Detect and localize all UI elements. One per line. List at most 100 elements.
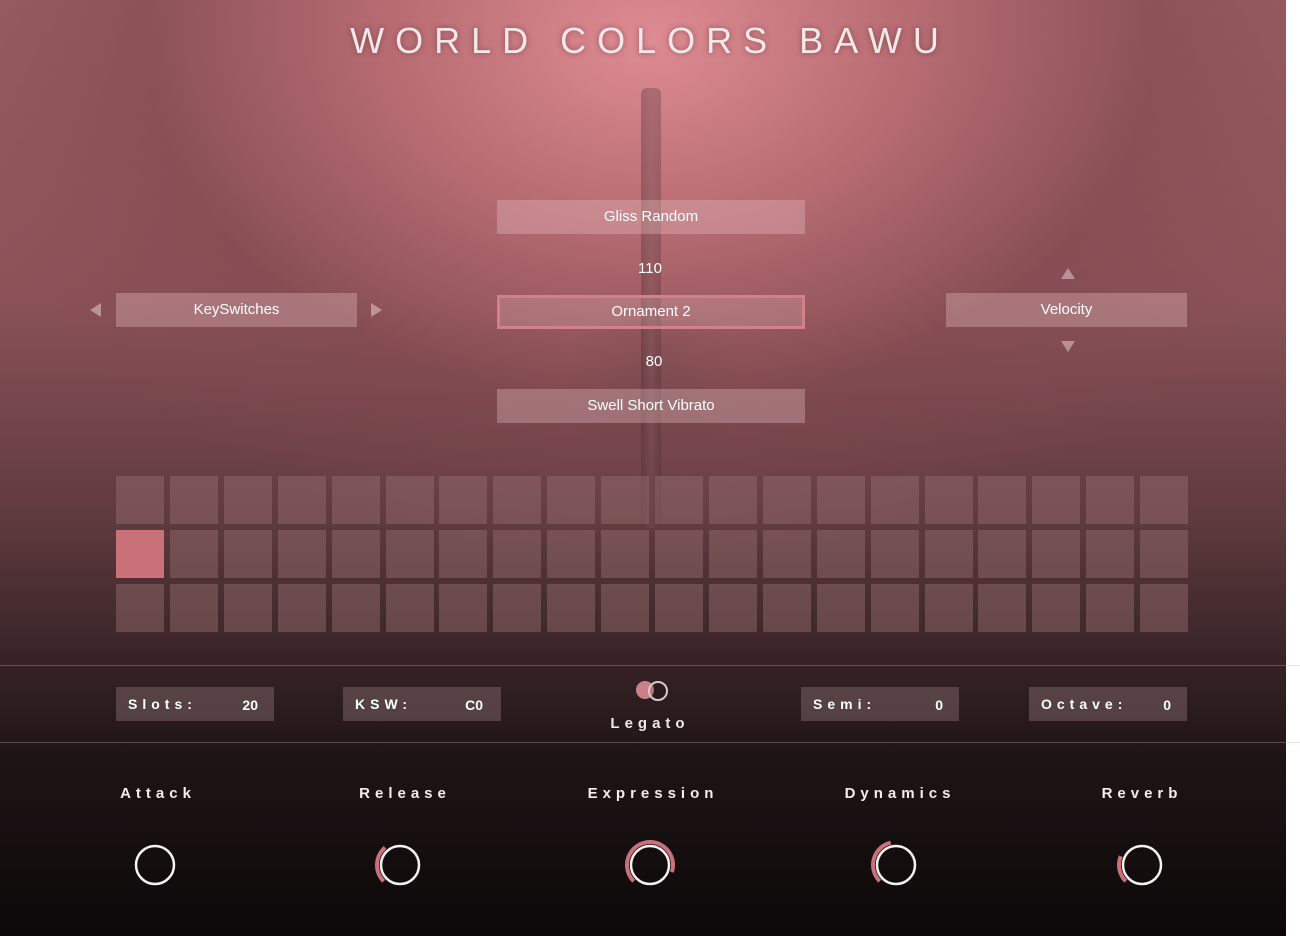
knob-ring [134, 844, 176, 886]
slot-cell[interactable] [278, 476, 326, 524]
slot-cell[interactable] [386, 476, 434, 524]
knob-ring [379, 844, 421, 886]
knob-ring [875, 844, 917, 886]
ksw-field[interactable]: KSW: C0 [343, 687, 501, 721]
ksw-label: KSW: [355, 696, 413, 712]
velocity-up-icon[interactable] [1061, 268, 1075, 279]
slot-cell[interactable] [1140, 584, 1188, 632]
slot-cell[interactable] [170, 476, 218, 524]
articulation-swell-short-vibrato[interactable]: Swell Short Vibrato [497, 389, 805, 423]
slot-cell[interactable] [493, 530, 541, 578]
slot-cell[interactable] [709, 584, 757, 632]
slot-cell[interactable] [170, 584, 218, 632]
slot-cell[interactable] [170, 530, 218, 578]
knob-ring [629, 844, 671, 886]
slot-cell[interactable] [601, 476, 649, 524]
slot-cell[interactable] [817, 530, 865, 578]
keyswitches-selector[interactable]: KeySwitches [116, 293, 357, 327]
slot-cell[interactable] [655, 530, 703, 578]
window-edge [1286, 0, 1300, 936]
instrument-title: WORLD COLORS BAWU [350, 20, 950, 61]
slot-grid [116, 476, 1188, 632]
slot-cell[interactable] [332, 530, 380, 578]
slot-cell[interactable] [278, 584, 326, 632]
slot-cell[interactable] [386, 530, 434, 578]
slot-cell[interactable] [1086, 476, 1134, 524]
slot-cell[interactable] [978, 476, 1026, 524]
octave-field[interactable]: Octave: 0 [1029, 687, 1187, 721]
slot-cell[interactable] [116, 584, 164, 632]
slot-cell[interactable] [1140, 476, 1188, 524]
knob-ring [1121, 844, 1163, 886]
dynamics-knob[interactable] [871, 840, 921, 890]
slots-value[interactable]: 20 [242, 697, 258, 713]
legato-toggle[interactable] [636, 681, 668, 701]
slot-cell[interactable] [925, 584, 973, 632]
slot-cell[interactable] [871, 476, 919, 524]
velocity-down-icon[interactable] [1061, 341, 1075, 352]
slot-cell[interactable] [116, 476, 164, 524]
slot-cell[interactable] [1140, 530, 1188, 578]
slot-cell[interactable] [116, 530, 164, 578]
keyswitches-prev-icon[interactable] [90, 303, 101, 317]
slot-cell[interactable] [871, 584, 919, 632]
slot-cell[interactable] [547, 476, 595, 524]
keyswitches-next-icon[interactable] [371, 303, 382, 317]
velocity-selector[interactable]: Velocity [946, 293, 1187, 327]
release-knob[interactable] [375, 840, 425, 890]
articulation-selected[interactable]: Ornament 2 [497, 295, 805, 329]
dynamics-label: Dynamics [844, 785, 956, 802]
slot-cell[interactable] [332, 476, 380, 524]
slot-cell[interactable] [763, 476, 811, 524]
reverb-label: Reverb [1101, 785, 1183, 802]
slot-cell[interactable] [655, 584, 703, 632]
slot-cell[interactable] [439, 584, 487, 632]
slot-cell[interactable] [547, 530, 595, 578]
slot-cell[interactable] [1086, 584, 1134, 632]
articulation-top-value[interactable]: 110 [620, 260, 680, 277]
slot-cell[interactable] [332, 584, 380, 632]
slot-cell[interactable] [1032, 584, 1080, 632]
slot-cell[interactable] [439, 476, 487, 524]
attack-label: Attack [120, 785, 196, 802]
slot-cell[interactable] [493, 476, 541, 524]
slot-cell[interactable] [871, 530, 919, 578]
slot-cell[interactable] [925, 476, 973, 524]
octave-label: Octave: [1041, 696, 1128, 712]
semi-field[interactable]: Semi: 0 [801, 687, 959, 721]
ksw-value[interactable]: C0 [465, 697, 483, 713]
slot-cell[interactable] [709, 530, 757, 578]
slot-cell[interactable] [224, 530, 272, 578]
octave-value[interactable]: 0 [1163, 697, 1171, 713]
slot-cell[interactable] [763, 584, 811, 632]
slot-cell[interactable] [925, 530, 973, 578]
slot-cell[interactable] [547, 584, 595, 632]
slots-label: Slots: [128, 696, 197, 712]
slots-field[interactable]: Slots: 20 [116, 687, 274, 721]
slot-cell[interactable] [278, 530, 326, 578]
semi-value[interactable]: 0 [935, 697, 943, 713]
slot-cell[interactable] [1032, 530, 1080, 578]
divider-top [0, 665, 1300, 666]
slot-cell[interactable] [978, 584, 1026, 632]
slot-cell[interactable] [439, 530, 487, 578]
slot-cell[interactable] [1032, 476, 1080, 524]
slot-cell[interactable] [493, 584, 541, 632]
expression-knob[interactable] [625, 840, 675, 890]
slot-cell[interactable] [763, 530, 811, 578]
slot-cell[interactable] [709, 476, 757, 524]
slot-cell[interactable] [655, 476, 703, 524]
slot-cell[interactable] [224, 584, 272, 632]
slot-cell[interactable] [601, 584, 649, 632]
slot-cell[interactable] [386, 584, 434, 632]
slot-cell[interactable] [1086, 530, 1134, 578]
articulation-gliss-random[interactable]: Gliss Random [497, 200, 805, 234]
slot-cell[interactable] [817, 584, 865, 632]
articulation-bottom-value[interactable]: 80 [624, 353, 684, 370]
attack-knob[interactable] [130, 840, 180, 890]
slot-cell[interactable] [817, 476, 865, 524]
slot-cell[interactable] [224, 476, 272, 524]
slot-cell[interactable] [978, 530, 1026, 578]
slot-cell[interactable] [601, 530, 649, 578]
reverb-knob[interactable] [1117, 840, 1167, 890]
